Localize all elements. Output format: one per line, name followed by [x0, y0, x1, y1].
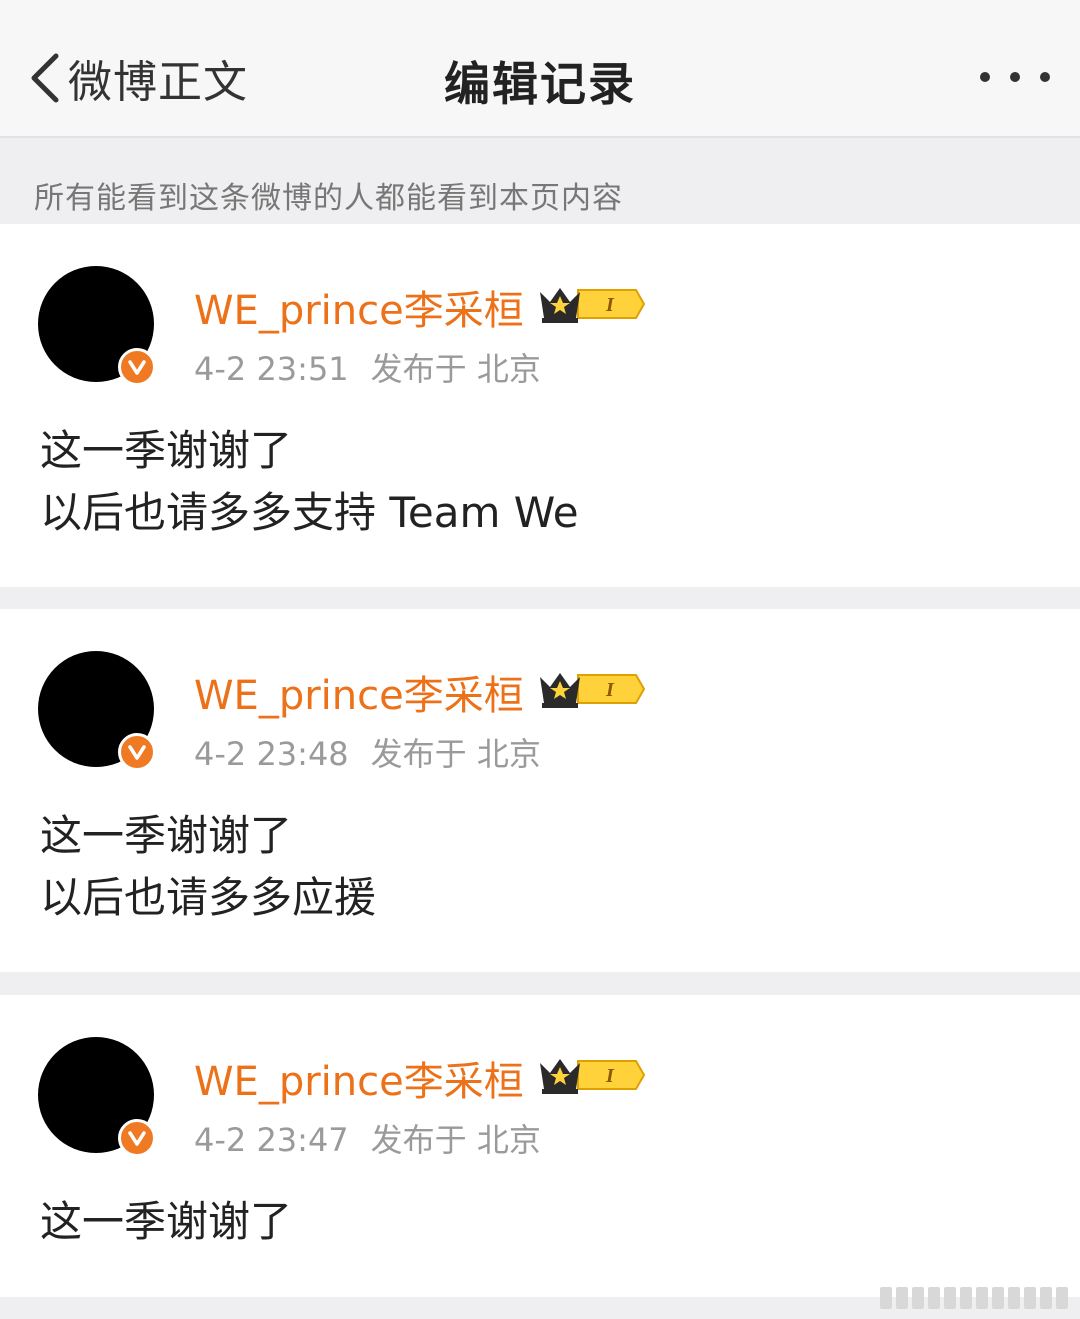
more-dot: [1010, 72, 1020, 82]
vip-crown-icon[interactable]: I: [538, 1053, 646, 1097]
post-time: 4-2 23:51: [194, 350, 349, 388]
content-line: 以后也请多多支持 Team We: [40, 488, 579, 537]
vip-level: I: [605, 294, 615, 316]
watermark-bar: [960, 1287, 972, 1309]
post-location: 发布于 北京: [370, 735, 541, 773]
watermark-bar: [944, 1287, 956, 1309]
post-content: 这一季谢谢了 以后也请多多应援: [40, 805, 376, 929]
vip-crown-icon[interactable]: I: [538, 282, 646, 326]
post-meta: 4-2 23:48 发布于 北京: [194, 729, 541, 775]
post-meta: 4-2 23:51 发布于 北京: [194, 344, 541, 390]
post-meta: 4-2 23:47 发布于 北京: [194, 1115, 541, 1161]
watermark-bar: [1008, 1287, 1020, 1309]
watermark-bar: [1056, 1287, 1068, 1309]
vip-crown-icon[interactable]: I: [538, 667, 646, 711]
vip-level: I: [605, 679, 615, 701]
content-line: 这一季谢谢了: [40, 1197, 293, 1246]
post-location: 发布于 北京: [370, 350, 541, 388]
more-dots-icon: [980, 72, 990, 82]
edit-history-item: WE_prince李采桓 I 4-2 23:51 发布于 北京 这一季谢谢了 以后…: [0, 224, 1080, 587]
post-content: 这一季谢谢了 以后也请多多支持 Team We: [40, 420, 579, 544]
edit-history-item: WE_prince李采桓 I 4-2 23:47 发布于 北京 这一季谢谢了: [0, 995, 1080, 1297]
verified-v-icon: [118, 348, 156, 386]
page-title: 编辑记录: [444, 57, 636, 111]
vip-level: I: [605, 1065, 615, 1087]
post-time: 4-2 23:48: [194, 735, 349, 773]
watermark-bar: [880, 1287, 892, 1309]
username[interactable]: WE_prince李采桓: [194, 663, 524, 721]
visibility-notice: 所有能看到这条微博的人都能看到本页内容: [34, 181, 623, 216]
watermark-bar: [912, 1287, 924, 1309]
verified-v-icon: [118, 733, 156, 771]
content-line: 这一季谢谢了: [40, 811, 293, 860]
watermark-bar: [992, 1287, 1004, 1309]
watermark-bar: [896, 1287, 908, 1309]
content-line: 这一季谢谢了: [40, 426, 293, 475]
watermark-bar: [1024, 1287, 1036, 1309]
username[interactable]: WE_prince李采桓: [194, 1049, 524, 1107]
more-button[interactable]: [980, 60, 1050, 94]
post-location: 发布于 北京: [370, 1121, 541, 1159]
more-dot: [1040, 72, 1050, 82]
post-time: 4-2 23:47: [194, 1121, 349, 1159]
post-content: 这一季谢谢了: [40, 1191, 292, 1253]
content-line: 以后也请多多应援: [40, 873, 377, 922]
top-nav-bar: 微博正文 编辑记录: [0, 0, 1080, 138]
watermark-bar: [976, 1287, 988, 1309]
edit-history-item: WE_prince李采桓 I 4-2 23:48 发布于 北京 这一季谢谢了 以后…: [0, 609, 1080, 972]
watermark-bar: [1040, 1287, 1052, 1309]
username[interactable]: WE_prince李采桓: [194, 278, 524, 336]
watermark-mark: [880, 1287, 1068, 1309]
watermark-bar: [928, 1287, 940, 1309]
verified-v-icon: [118, 1119, 156, 1157]
